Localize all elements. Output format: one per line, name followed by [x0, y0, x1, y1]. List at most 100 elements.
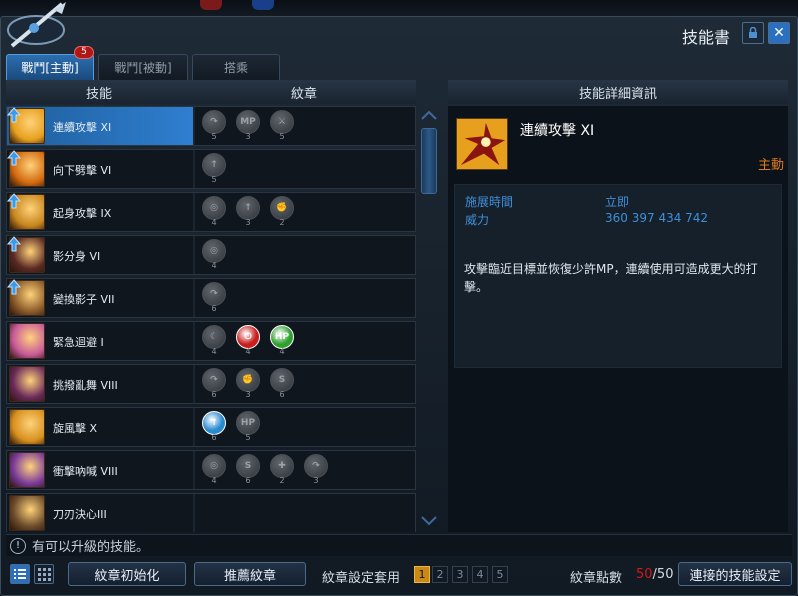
glyph-slot[interactable]: MP 3 — [235, 110, 261, 144]
skill-name: 衝擊吶喊 VIII — [53, 465, 118, 478]
skill-row[interactable]: 旋風擊 X ↑ 6 HP 5 — [6, 407, 416, 447]
grid-view-icon[interactable] — [34, 564, 54, 584]
scroll-thumb[interactable] — [421, 128, 437, 194]
glyph-slot[interactable]: ↑ 5 — [201, 153, 227, 187]
skill-row[interactable]: 連續攻擊 XI ↷ 5 MP 3 ⚔ 5 — [6, 106, 416, 146]
glyph-slot[interactable]: ↷ 5 — [201, 110, 227, 144]
glyph-icon[interactable]: ✊ — [236, 368, 260, 392]
glyph-slot[interactable]: ↷ 3 — [303, 454, 329, 488]
glyph-icon[interactable]: S — [270, 368, 294, 392]
skill-icon[interactable] — [9, 409, 45, 445]
glyph-icon[interactable]: ✊ — [270, 196, 294, 220]
glyph-icon[interactable]: ⚔ — [270, 110, 294, 134]
glyph-icon[interactable]: ↑ — [236, 196, 260, 220]
skill-icon[interactable] — [9, 495, 45, 531]
skill-cell[interactable]: 刀刃決心III — [7, 494, 193, 532]
preset-1-button[interactable]: 1 — [414, 566, 430, 583]
glyph-slot[interactable]: ✊ 3 — [235, 368, 261, 402]
glyph-icon[interactable]: ☾ — [202, 325, 226, 349]
glyph-slot[interactable]: ☾ 4 — [201, 325, 227, 359]
skill-name: 刀刃決心III — [53, 508, 107, 521]
skill-cell[interactable]: 衝擊吶喊 VIII — [7, 451, 193, 489]
skill-row[interactable]: 衝擊吶喊 VIII ◎ 4 S 6 ✚ 2 ↷ 3 — [6, 450, 416, 490]
list-view-icon[interactable] — [10, 564, 30, 584]
glyph-slot[interactable]: HP 4 — [269, 325, 295, 359]
preset-2-button[interactable]: 2 — [432, 566, 448, 583]
skill-icon[interactable] — [9, 323, 45, 359]
glyph-count: 2 — [279, 476, 285, 485]
scroll-up-icon[interactable] — [418, 108, 440, 122]
glyph-icon[interactable]: ↷ — [304, 454, 328, 478]
glyph-icon[interactable]: ◎ — [202, 196, 226, 220]
skill-row[interactable]: 向下劈擊 VI ↑ 5 — [6, 149, 416, 189]
skill-row[interactable]: 緊急迴避 I ☾ 4 ⏻ 4 HP 4 — [6, 321, 416, 361]
glyph-count: 4 — [211, 476, 217, 485]
skill-row[interactable]: 影分身 VI ◎ 4 — [6, 235, 416, 275]
glyph-icon[interactable]: ↷ — [202, 110, 226, 134]
glyph-slot[interactable]: ↑ 6 — [201, 411, 227, 445]
glyph-icon[interactable]: ◎ — [202, 239, 226, 263]
skill-cell[interactable]: 向下劈擊 VI — [7, 150, 193, 188]
recommend-glyphs-button[interactable]: 推薦紋章 — [194, 562, 306, 586]
skill-cell[interactable]: 挑撥亂舞 VIII — [7, 365, 193, 403]
glyph-points-label: 紋章點數 — [570, 571, 623, 586]
skill-cell[interactable]: 起身攻擊 IX — [7, 193, 193, 231]
glyph-icon[interactable]: ↑ — [202, 411, 226, 435]
glyph-slot[interactable]: ⏻ 4 — [235, 325, 261, 359]
glyph-icon[interactable]: HP — [270, 325, 294, 349]
preset-3-button[interactable]: 3 — [452, 566, 468, 583]
glyph-slot[interactable]: ◎ 4 — [201, 239, 227, 273]
lock-button[interactable] — [742, 22, 764, 44]
glyph-icon[interactable]: ◎ — [202, 454, 226, 478]
reset-glyphs-button[interactable]: 紋章初始化 — [68, 562, 186, 586]
detail-skill-name: 連續攻擊 XI — [520, 123, 595, 139]
glyph-icon[interactable]: ⏻ — [236, 325, 260, 349]
scroll-down-icon[interactable] — [418, 514, 440, 528]
tab-combat-passive[interactable]: 戰鬥[被動] — [98, 54, 188, 80]
upgrade-arrow-icon[interactable] — [7, 279, 21, 295]
glyph-icon[interactable]: ✚ — [270, 454, 294, 478]
glyph-icon[interactable]: MP — [236, 110, 260, 134]
glyph-slot[interactable]: ◎ 4 — [201, 196, 227, 230]
upgrade-arrow-icon[interactable] — [7, 193, 21, 209]
skill-row[interactable]: 變換影子 VII ↷ 6 — [6, 278, 416, 318]
glyph-slot[interactable]: ↷ 6 — [201, 282, 227, 316]
skill-row[interactable]: 挑撥亂舞 VIII ↷ 6 ✊ 3 S 6 — [6, 364, 416, 404]
skill-cell[interactable]: 連續攻擊 XI — [7, 107, 193, 145]
skill-icon[interactable] — [9, 452, 45, 488]
cast-time-value: 立即 — [605, 195, 630, 209]
skill-cell[interactable]: 旋風擊 X — [7, 408, 193, 446]
skill-cell[interactable]: 緊急迴避 I — [7, 322, 193, 360]
skill-row[interactable]: 刀刃決心III — [6, 493, 416, 532]
preset-5-button[interactable]: 5 — [492, 566, 508, 583]
row-divider — [193, 494, 195, 532]
glyph-slot[interactable]: HP 5 — [235, 411, 261, 445]
glyph-icon[interactable]: ↷ — [202, 368, 226, 392]
glyph-slot[interactable]: ↷ 6 — [201, 368, 227, 402]
glyph-icon[interactable]: ↷ — [202, 282, 226, 306]
skill-list: 連續攻擊 XI ↷ 5 MP 3 ⚔ 5 向下劈擊 VI ↑ 5 起身攻擊 IX ◎ 4 ↑ 3 ✊ 2 影分身 … — [6, 106, 416, 532]
glyph-slots: ↷ 6 ✊ 3 S 6 — [201, 368, 295, 402]
close-button[interactable]: ✕ — [768, 22, 790, 44]
chain-skill-settings-button[interactable]: 連接的技能設定 — [678, 562, 792, 586]
glyph-slot[interactable]: ⚔ 5 — [269, 110, 295, 144]
glyph-slot[interactable]: ◎ 4 — [201, 454, 227, 488]
glyph-slot[interactable]: S6 — [269, 368, 295, 402]
glyph-slot[interactable]: ↑ 3 — [235, 196, 261, 230]
upgrade-arrow-icon[interactable] — [7, 236, 21, 252]
glyph-icon[interactable]: ↑ — [202, 153, 226, 177]
skill-row[interactable]: 起身攻擊 IX ◎ 4 ↑ 3 ✊ 2 — [6, 192, 416, 232]
glyph-icon[interactable]: HP — [236, 411, 260, 435]
glyph-slot[interactable]: ✊ 2 — [269, 196, 295, 230]
skill-list-scrollbar[interactable] — [418, 106, 440, 532]
skill-icon[interactable] — [9, 366, 45, 402]
glyph-icon[interactable]: S — [236, 454, 260, 478]
upgrade-arrow-icon[interactable] — [7, 150, 21, 166]
upgrade-arrow-icon[interactable] — [7, 107, 21, 123]
preset-4-button[interactable]: 4 — [472, 566, 488, 583]
skill-cell[interactable]: 影分身 VI — [7, 236, 193, 274]
skill-cell[interactable]: 變換影子 VII — [7, 279, 193, 317]
glyph-slot[interactable]: ✚ 2 — [269, 454, 295, 488]
tab-mount[interactable]: 搭乘 — [192, 54, 280, 80]
glyph-slot[interactable]: S6 — [235, 454, 261, 488]
